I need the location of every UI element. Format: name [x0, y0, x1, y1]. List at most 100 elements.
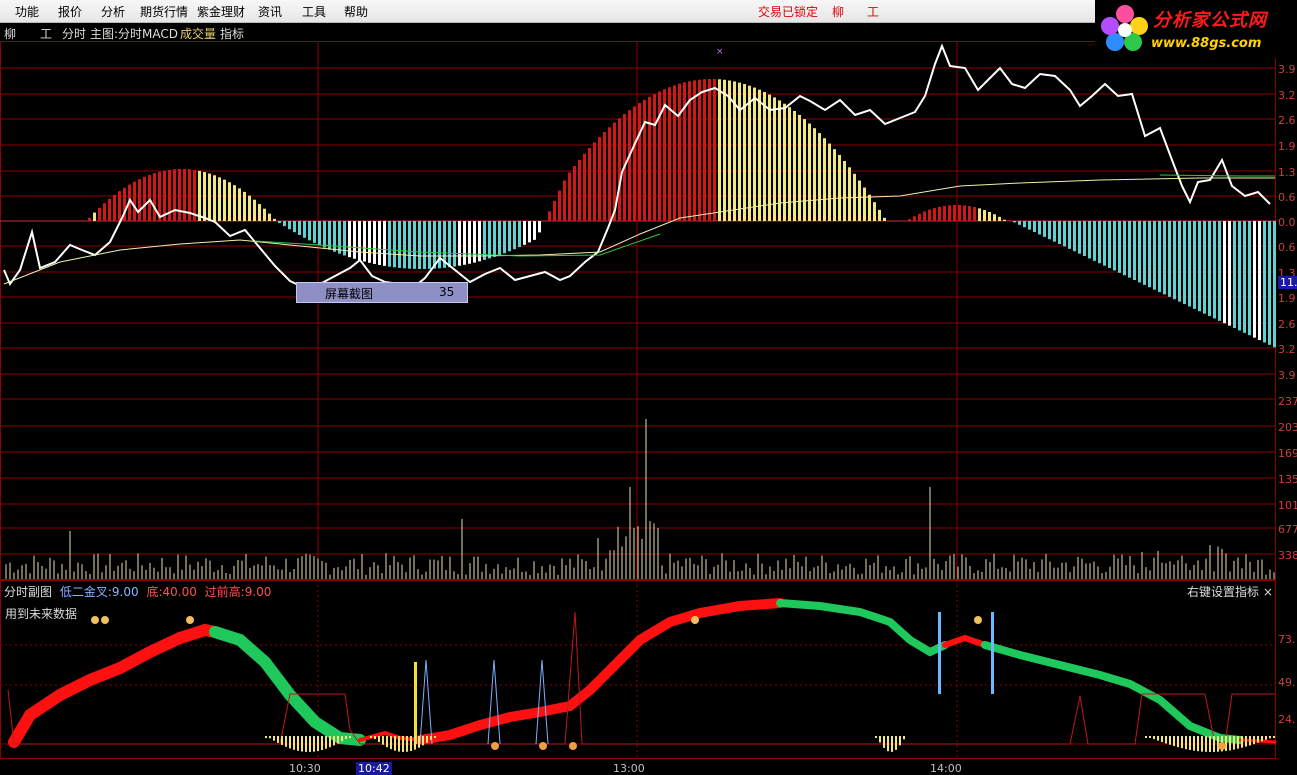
right-click-settings[interactable]: 右键设置指标 × — [1187, 583, 1273, 600]
site-logo: 分析家公式网 www.88gs.com — [1095, 0, 1297, 58]
macd-bar — [1158, 221, 1161, 293]
sub-histogram-bar — [1153, 736, 1155, 740]
sub-axis-label: 49. — [1278, 676, 1296, 689]
macd-bar — [453, 221, 456, 267]
macd-bar — [653, 94, 656, 221]
macd-bar — [1093, 221, 1096, 261]
price-axis-label: 1.3 — [1278, 166, 1296, 179]
screenshot-tooltip[interactable]: 屏幕截图 35 — [296, 282, 468, 303]
price-axis-label: 3.2 — [1278, 343, 1296, 356]
macd-bar — [573, 166, 576, 221]
macd-bar — [468, 221, 471, 264]
macd-bar — [1083, 221, 1086, 257]
sub-histogram-bar — [410, 736, 412, 751]
macd-bar — [548, 211, 551, 221]
mushroom-icon — [101, 616, 109, 624]
macd-bar — [578, 159, 581, 221]
sub-histogram-bar — [1269, 736, 1271, 739]
macd-bar — [1213, 221, 1216, 319]
macd-bar — [448, 221, 451, 268]
sub-histogram-bar — [1241, 736, 1243, 748]
macd-bar — [243, 191, 246, 221]
mushroom-icon — [491, 742, 499, 750]
mushroom-icon — [974, 616, 982, 624]
indicator-band — [776, 599, 949, 657]
macd-bar — [358, 221, 361, 261]
macd-bar — [998, 216, 1001, 221]
macd-bar — [528, 221, 531, 243]
sub-histogram-bar — [1181, 736, 1183, 749]
macd-bar — [748, 85, 751, 222]
macd-bar — [263, 208, 266, 221]
macd-bar — [523, 221, 526, 245]
sub-histogram-bar — [301, 736, 303, 752]
macd-bar — [398, 221, 401, 268]
sub-histogram-bar — [883, 736, 885, 748]
sub-histogram-bar — [273, 736, 275, 741]
signal-spike — [487, 659, 501, 745]
macd-bar — [103, 203, 106, 221]
sub-histogram-bar — [281, 736, 283, 745]
indicator-band — [415, 598, 785, 745]
macd-bar — [228, 182, 231, 221]
sub-histogram-bar — [265, 736, 267, 738]
macd-bar — [278, 221, 281, 223]
indicator-label[interactable]: 指标 — [220, 25, 244, 42]
prev-high-value: 9.00 — [244, 585, 272, 599]
macd-bar — [143, 176, 146, 221]
sub-histogram-bar — [1245, 736, 1247, 747]
macd-bar — [1128, 221, 1131, 278]
macd-bar — [1228, 221, 1231, 326]
macd-bar — [258, 204, 261, 221]
macd-bar — [218, 177, 221, 221]
sub-histogram-bar — [370, 736, 372, 738]
macd-bar — [368, 221, 371, 263]
yellow-signal-bar — [414, 662, 417, 744]
macd-bar — [1138, 221, 1141, 283]
mushroom-icon — [91, 616, 99, 624]
macd-bar — [788, 107, 791, 221]
macd-bar — [313, 221, 316, 243]
sub-axis-label: 73. — [1278, 633, 1296, 646]
price-axis-label: 1.9 — [1278, 292, 1296, 305]
sub-histogram-bar — [1229, 736, 1231, 751]
macd-bar — [348, 221, 351, 258]
macd-bar — [458, 221, 461, 266]
sub-histogram-bar — [1173, 736, 1175, 747]
macd-bar — [1218, 221, 1221, 321]
macd-bar — [283, 221, 286, 227]
macd-bar — [153, 173, 156, 221]
screenshot-value: 35 — [439, 285, 455, 299]
macd-bar — [1198, 221, 1201, 312]
macd-bar — [773, 97, 776, 221]
macd-bar — [213, 175, 216, 221]
macd-bar — [98, 207, 101, 221]
sub-histogram-bar — [1193, 736, 1195, 751]
macd-bar — [933, 208, 936, 221]
macd-bar — [288, 221, 291, 230]
price-axis-label: 3.9 — [1278, 63, 1296, 76]
main-chart-label[interactable]: 主图:分时MACD — [90, 25, 178, 42]
macd-bar — [508, 221, 511, 252]
macd-bar — [488, 221, 491, 259]
macd-bar — [1208, 221, 1211, 317]
sub-histogram-bar — [1233, 736, 1235, 750]
macd-bar — [178, 169, 181, 221]
mode-label[interactable]: 分时 — [62, 25, 86, 42]
macd-bar — [1013, 221, 1016, 223]
macd-bar — [308, 221, 311, 241]
macd-bar — [1048, 221, 1051, 240]
sub-histogram-bar — [426, 736, 428, 743]
volume-axis-label: 135 — [1278, 473, 1297, 486]
macd-bar — [1058, 221, 1061, 245]
volume-label[interactable]: 成交量 — [180, 25, 216, 42]
macd-bar — [408, 221, 411, 269]
macd-bar — [118, 191, 121, 221]
macd-bar — [1018, 221, 1021, 225]
macd-bar — [298, 221, 301, 236]
macd-bar — [678, 83, 681, 221]
sub-histogram-bar — [414, 736, 416, 750]
sub-histogram-bar — [418, 736, 420, 748]
macd-bar — [1143, 221, 1146, 285]
macd-bar — [1088, 221, 1091, 259]
